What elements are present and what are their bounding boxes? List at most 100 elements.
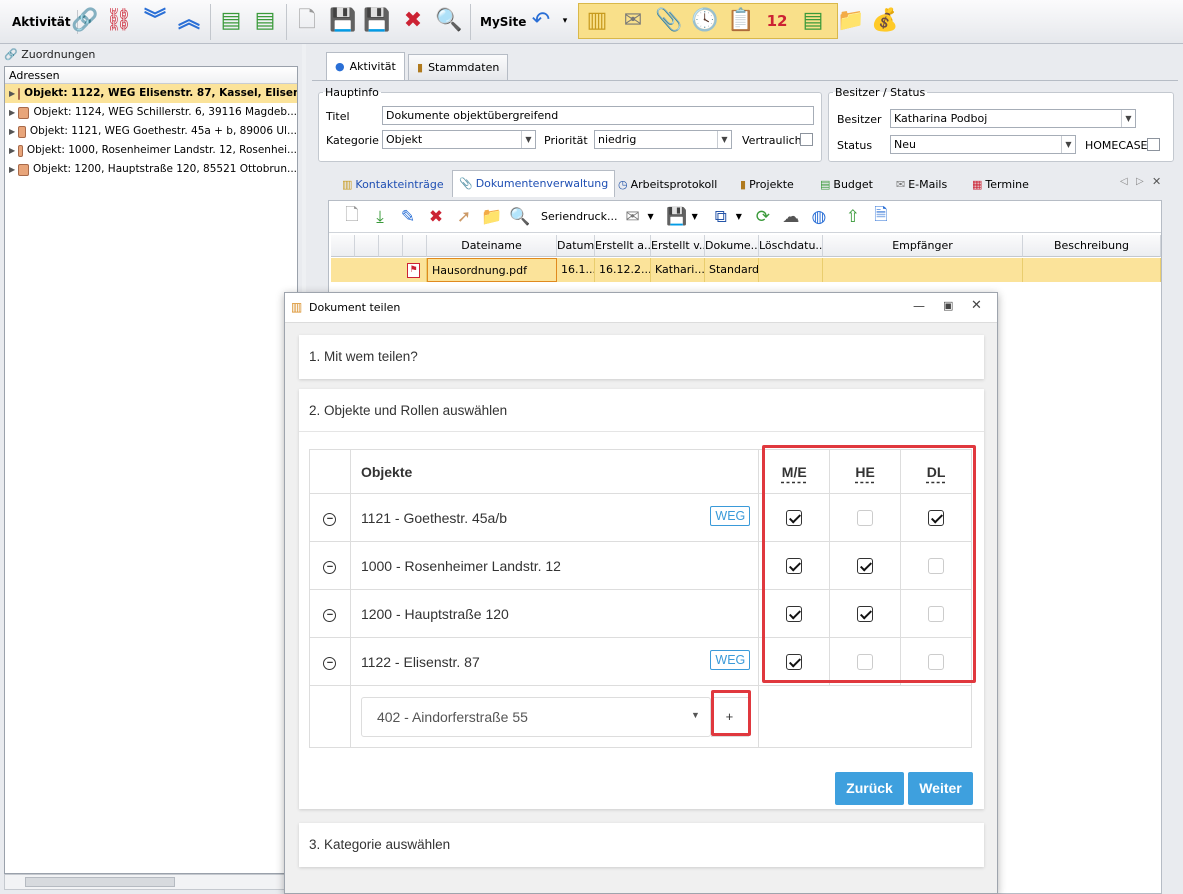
tab-scroll-left-icon[interactable]: ◁ (1120, 176, 1128, 187)
edit-icon[interactable]: ✎ (395, 204, 421, 230)
tab-aktivitaet[interactable]: ● Aktivität (326, 52, 405, 80)
close-icon[interactable]: ✕ (971, 298, 982, 313)
list-item[interactable]: ▶ Objekt: 1000, Rosenheimer Landstr. 12, … (5, 141, 297, 160)
column-header[interactable]: Dokume... (705, 235, 759, 257)
new-folder-icon[interactable]: 📁 (836, 6, 866, 36)
remove-row-icon[interactable]: − (323, 657, 337, 670)
tab-budget[interactable]: ▤ Budget (814, 172, 879, 197)
list-item[interactable]: ▶ Objekt: 1121, WEG Goethestr. 45a + b, 8… (5, 122, 297, 141)
chevron-down-icon[interactable]: ▼ (647, 212, 653, 221)
new-document-icon[interactable]: 🗋 (292, 6, 322, 36)
expand-arrow-icon[interactable]: ▶ (9, 141, 15, 160)
column-header[interactable]: Erstellt v... (651, 235, 705, 257)
step-1-card[interactable]: 1. Mit wem teilen? (299, 335, 984, 379)
sync-icon[interactable]: ⟳ (750, 204, 776, 230)
search-icon[interactable]: 🔍 (507, 204, 533, 230)
cloud-upload-icon[interactable]: ☁ (778, 204, 804, 230)
tab-emails[interactable]: ✉ E-Mails (890, 172, 953, 197)
activity-button[interactable]: Aktivität (6, 10, 78, 34)
tab-scroll-right-icon[interactable]: ▷ (1136, 176, 1144, 187)
attachment-icon[interactable]: 📎 (654, 6, 684, 36)
expand-arrow-icon[interactable]: ▶ (9, 122, 15, 141)
clock-icon[interactable]: 🕓 (690, 6, 720, 36)
grid-cell-doctype[interactable]: Standard (705, 258, 759, 282)
tab-stammdaten[interactable]: ▮ Stammdaten (408, 54, 509, 80)
close-icon[interactable]: ✕ (1152, 175, 1161, 188)
delete-icon[interactable]: ✖ (398, 6, 428, 36)
save-icon[interactable]: 💾 (328, 6, 358, 36)
list-item[interactable]: ▶ Objekt: 1124, WEG Schillerstr. 6, 39116… (5, 103, 297, 122)
money-bag-icon[interactable]: 💰 (870, 6, 900, 36)
undo-dropdown-icon[interactable]: ▾ (558, 6, 572, 36)
list-item[interactable]: ▶ Objekt: 1200, Hauptstraße 120, 85521 Ot… (5, 160, 297, 179)
tab-dokumentenverwaltung[interactable]: 📎 Dokumentenverwaltung (452, 170, 616, 197)
grid-cell-delete-date[interactable] (759, 258, 823, 282)
chevron-down-icon[interactable]: ▼ (691, 710, 700, 720)
mail-icon[interactable]: ✉ (618, 6, 648, 36)
status-select[interactable]: Neu ▼ (890, 135, 1076, 154)
scrollbar-thumb[interactable] (25, 877, 175, 887)
serial-print-button[interactable]: Seriendruck... (541, 210, 617, 223)
folder-icon[interactable]: 📁 (479, 204, 505, 230)
clipboard-icon[interactable]: 📋 (726, 6, 756, 36)
mysite-button[interactable]: MySite (474, 10, 532, 34)
grid-cell-description[interactable] (1023, 258, 1161, 282)
download-icon[interactable]: ⤓ (367, 204, 393, 230)
grid-cell-recipient[interactable] (823, 258, 1023, 282)
horizontal-scrollbar[interactable] (4, 874, 298, 890)
remove-row-icon[interactable]: − (323, 609, 337, 622)
expand-arrow-icon[interactable]: ▶ (9, 160, 15, 179)
homecase-checkbox[interactable] (1147, 138, 1160, 151)
document-clock-icon[interactable]: 🗎 (868, 204, 894, 230)
save-close-icon[interactable]: 💾 (362, 6, 392, 36)
column-header[interactable]: Dateiname (427, 235, 557, 257)
minimize-icon[interactable]: — (913, 299, 925, 313)
expand-arrow-icon[interactable]: ▶ (9, 103, 15, 122)
calendar-icon[interactable]: 12 (762, 6, 792, 36)
grid-cell-filename[interactable]: Hausordnung.pdf (427, 258, 557, 282)
prioritaet-select[interactable]: niedrig ▼ (594, 130, 732, 149)
collapse-up-icon[interactable]: ︽ (174, 6, 204, 36)
list-item[interactable]: ▶ Objekt: 1122, WEG Elisenstr. 87, Kassel… (5, 84, 297, 103)
remove-row-icon[interactable]: − (323, 513, 337, 526)
dialog-titlebar[interactable]: ▥ Dokument teilen — ▣ ✕ (285, 293, 997, 323)
chevron-down-icon[interactable]: ▼ (692, 212, 698, 221)
tab-arbeitsprotokoll[interactable]: ◷ Arbeitsprotokoll (612, 172, 723, 197)
chevron-down-icon[interactable]: ▼ (521, 131, 535, 148)
grid-cell-created-by[interactable]: Kathari... (651, 258, 705, 282)
new-document-icon[interactable]: 🗋 (339, 204, 365, 230)
column-header[interactable]: Erstellt a... (595, 235, 651, 257)
vertraulich-checkbox[interactable] (800, 133, 813, 146)
remove-money-icon[interactable]: ▤ (250, 6, 280, 36)
tab-termine[interactable]: ▦ Termine (966, 172, 1035, 197)
undo-icon[interactable]: ↶ (526, 6, 556, 36)
column-header[interactable]: Löschdatu... (759, 235, 823, 257)
mail-icon[interactable]: ✉ (619, 204, 645, 230)
tab-kontakteintraege[interactable]: ▥ Kontakteinträge (336, 172, 450, 197)
titel-field[interactable]: Dokumente objektübergreifend (382, 106, 814, 125)
add-object-select[interactable]: 402 - Aindorferstraße 55 ▼ (360, 697, 711, 737)
next-button[interactable]: Weiter (908, 772, 973, 805)
expand-down-icon[interactable]: ︾ (140, 6, 170, 36)
back-button[interactable]: Zurück (835, 772, 904, 805)
chevron-down-icon[interactable]: ▼ (1121, 110, 1135, 127)
column-header[interactable]: Datum (557, 235, 595, 257)
note-icon[interactable]: ▥ (582, 6, 612, 36)
delete-document-icon[interactable]: ✖ (423, 204, 449, 230)
chevron-down-icon[interactable]: ▼ (736, 212, 742, 221)
column-header[interactable]: Beschreibung (1023, 235, 1161, 257)
copy-icon[interactable]: ⧉ (708, 204, 734, 230)
unlink-icon[interactable]: ⛓ (104, 6, 134, 36)
money-icon[interactable]: ▤ (798, 6, 828, 36)
globe-icon[interactable]: ◍ (806, 204, 832, 230)
save-icon[interactable]: 💾 (664, 204, 690, 230)
column-header[interactable]: Empfänger (823, 235, 1023, 257)
grid-cell-date[interactable]: 16.1... (557, 258, 595, 282)
link-icon[interactable]: 🔗 (70, 6, 100, 36)
remove-row-icon[interactable]: − (323, 561, 337, 574)
besitzer-select[interactable]: Katharina Podboj ▼ (890, 109, 1136, 128)
search-icon[interactable]: 🔍 (434, 6, 464, 36)
send-icon[interactable]: ➚ (451, 204, 477, 230)
upload-icon[interactable]: ⇧ (840, 204, 866, 230)
expand-arrow-icon[interactable]: ▶ (9, 84, 15, 103)
